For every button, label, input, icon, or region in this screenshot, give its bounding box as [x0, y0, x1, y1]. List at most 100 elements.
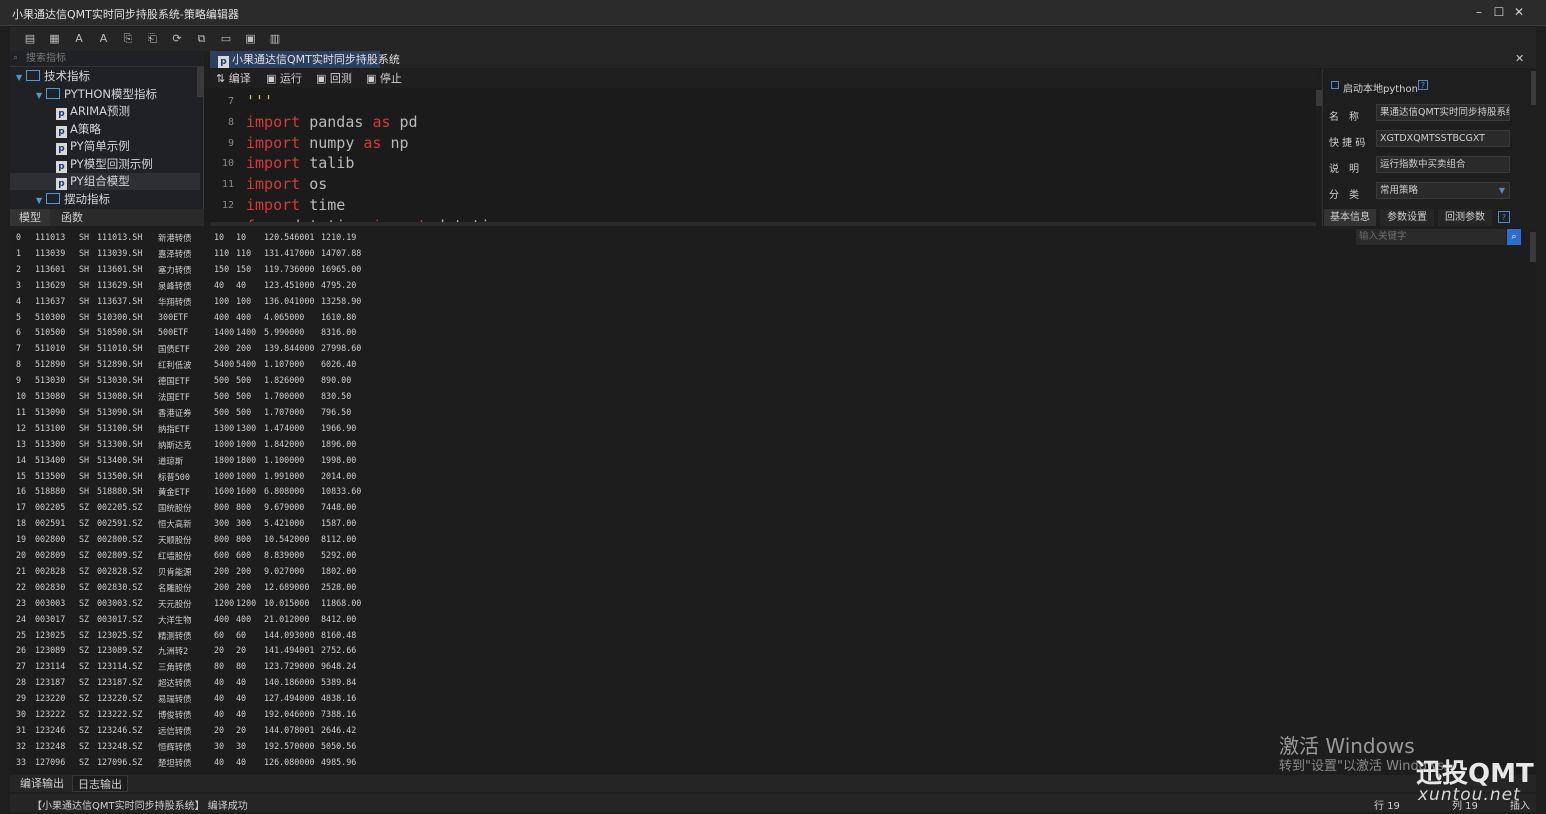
log-cell: 12.689000 — [264, 581, 310, 592]
code-line[interactable]: import time — [246, 196, 345, 214]
log-cell: SZ — [79, 565, 90, 576]
tab-basic-info[interactable]: 基本信息 — [1324, 209, 1376, 226]
log-cell: 1.474000 — [264, 422, 305, 433]
editor-tab[interactable]: p 小果通达信QMT实时同步持股系统 — [210, 51, 400, 68]
tab-function[interactable]: 函数 — [52, 209, 92, 226]
tab-params[interactable]: 参数设置 — [1380, 209, 1434, 226]
name-field[interactable]: 果通达信QMT实时同步持股系统 — [1376, 104, 1510, 121]
tree-item[interactable]: p PY简单示例 — [10, 138, 200, 155]
log-cell: 002800 — [35, 534, 66, 545]
log-cell: 13 — [16, 438, 27, 449]
tree-item[interactable]: p A策略 — [10, 121, 200, 138]
refresh-icon[interactable]: ⟳ — [169, 31, 185, 47]
log-cell: 123222 — [35, 709, 66, 719]
local-python-checkbox[interactable] — [1331, 81, 1339, 89]
log-cell: 192.046000 — [264, 709, 315, 719]
chart-icon[interactable]: ▥ — [267, 31, 283, 47]
export-icon[interactable]: ⎘ — [120, 31, 136, 47]
shortcut-field[interactable]: XGTDXQMTSSTBCGXT — [1376, 130, 1510, 147]
help-icon[interactable]: ? — [1418, 80, 1428, 90]
output-scrollbar[interactable] — [1530, 232, 1536, 262]
expand-icon[interactable]: ▼ — [36, 192, 46, 209]
tab-help-icon[interactable]: ? — [1498, 211, 1510, 223]
maximize-icon[interactable]: ☐ — [1490, 4, 1508, 20]
font-decrease-icon[interactable]: A — [71, 31, 87, 47]
local-python-label: 启动本地python — [1343, 84, 1418, 95]
close-editor-icon[interactable]: ✕ — [1515, 52, 1524, 65]
stop-icon: ▣ — [366, 72, 380, 85]
code-editor[interactable]: 7 ''' 8 import pandas as pd 9 import numpy as… — [204, 88, 1316, 222]
category-label: 分 类 — [1329, 190, 1359, 201]
save-icon[interactable]: ▤ — [22, 31, 38, 47]
category-select[interactable]: 常用策略 ▼ — [1376, 182, 1510, 199]
description-field[interactable]: 运行指数中买卖组合 — [1376, 156, 1510, 173]
log-cell: 4795.20 — [321, 279, 357, 290]
log-cell: 1.991000 — [264, 470, 305, 481]
tree-item[interactable]: p PY组合模型 — [10, 173, 200, 190]
copy-icon[interactable]: ⧉ — [194, 31, 210, 47]
log-cell: 精测转债 — [158, 630, 192, 641]
log-cell: 002205.SZ — [97, 502, 143, 513]
minimize-icon[interactable]: – — [1470, 4, 1488, 20]
log-cell: 天元股份 — [158, 598, 192, 609]
log-cell: 400 — [214, 311, 230, 322]
compile-button[interactable]: ⇅ 编译 — [216, 71, 251, 86]
close-icon[interactable]: ✕ — [1510, 4, 1528, 20]
log-row: 19 002800 SZ 002800.SZ 天顺股份 800 800 10.542000 81… — [16, 533, 416, 549]
tab-compile-output[interactable]: 编译输出 — [14, 775, 70, 792]
tree-item-label: 技术指标 — [44, 69, 90, 83]
tree-item[interactable]: ▼ 技术指标 — [10, 68, 200, 85]
search-icon: ⌕ — [13, 53, 19, 63]
tree-item[interactable]: p PY模型回测示例 — [10, 156, 200, 173]
search-input[interactable]: 搜索指标 — [10, 51, 204, 67]
code-line[interactable]: ''' — [246, 92, 273, 110]
editor-tab-bar: p 小果通达信QMT实时同步持股系统 ✕ — [210, 51, 1536, 68]
stop-button[interactable]: ▣ 停止 — [366, 71, 402, 86]
tab-model[interactable]: 模型 — [10, 209, 50, 226]
log-cell: 3 — [16, 279, 22, 290]
folder-icon — [46, 192, 60, 204]
splitter[interactable] — [210, 222, 1316, 226]
expand-icon[interactable]: ▼ — [16, 69, 26, 86]
panel-scrollbar[interactable] — [1531, 71, 1536, 105]
log-cell: SZ — [79, 677, 90, 688]
page-icon[interactable]: ▭ — [218, 31, 234, 47]
save-all-icon[interactable]: ▦ — [47, 31, 63, 47]
log-cell: 1800 — [214, 454, 235, 465]
code-line[interactable]: import talib — [246, 154, 354, 172]
keyword-input[interactable]: 输入关键字 — [1356, 229, 1506, 245]
code-line[interactable]: import pandas as pd — [246, 113, 418, 131]
search-button-icon[interactable]: ⌕ — [1507, 229, 1521, 245]
log-cell: 16 — [16, 486, 27, 497]
image-icon[interactable]: ▣ — [243, 31, 259, 47]
backtest-button[interactable]: ▣ 回测 — [316, 71, 352, 86]
log-cell: 500 — [214, 375, 230, 386]
log-cell: 140.186000 — [264, 677, 315, 688]
import-icon[interactable]: ⎗ — [145, 31, 161, 47]
log-cell: 150 — [214, 263, 230, 274]
tree-item[interactable]: ▼ PYTHON模型指标 — [10, 86, 200, 103]
log-cell: SZ — [79, 534, 90, 545]
tab-log-output[interactable]: 日志输出 — [72, 775, 128, 792]
log-cell: 10833.60 — [321, 486, 362, 497]
log-cell: 1.107000 — [264, 359, 305, 370]
log-cell: 113601 — [35, 263, 66, 274]
log-cell: 1.700000 — [264, 391, 305, 401]
log-cell: 30 — [236, 740, 247, 751]
line-number: 12 — [221, 200, 234, 211]
tree-item[interactable]: ▼ 摆动指标 — [10, 191, 200, 208]
font-increase-icon[interactable]: A — [96, 31, 112, 47]
log-cell: 150 — [236, 263, 252, 274]
tab-backtest-params[interactable]: 回测参数 — [1438, 209, 1492, 226]
code-line[interactable]: import os — [246, 175, 327, 193]
log-cell: 510300 — [35, 311, 66, 322]
qmt-logo-url: xuntou.net — [1418, 785, 1521, 805]
tree-scrollbar[interactable] — [197, 67, 203, 97]
expand-icon[interactable]: ▼ — [36, 87, 46, 104]
tree-item[interactable]: p ARIMA预测 — [10, 103, 200, 120]
run-button[interactable]: ▣ 运行 — [266, 71, 302, 86]
log-cell: SH — [79, 470, 90, 481]
log-cell: 513400 — [35, 454, 66, 465]
log-row: 31 123246 SZ 123246.SZ 远信转债 20 20 144.078001 264… — [16, 724, 416, 740]
code-line[interactable]: import numpy as np — [246, 134, 409, 152]
